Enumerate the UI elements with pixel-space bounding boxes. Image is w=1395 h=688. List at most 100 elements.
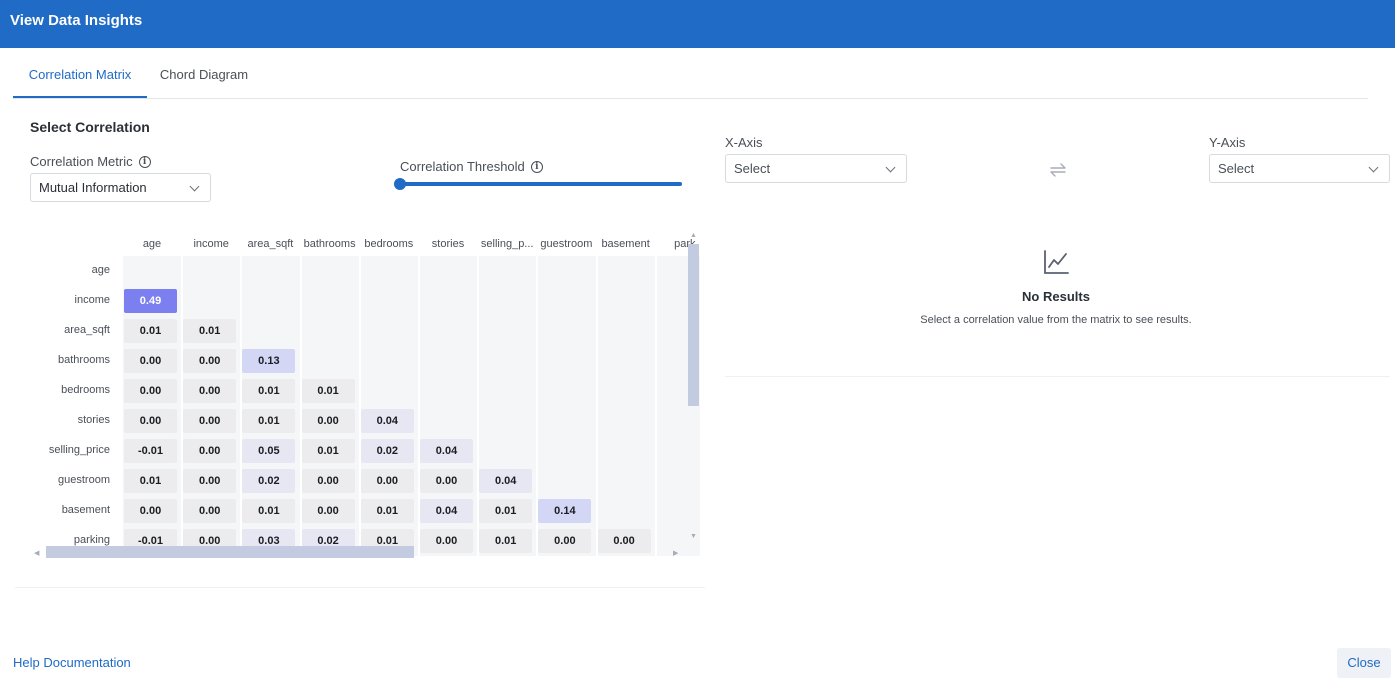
- matrix-cell[interactable]: 0.00: [183, 409, 237, 433]
- matrix-cell[interactable]: 0.01: [242, 379, 296, 403]
- scroll-down-icon[interactable]: ▼: [690, 533, 697, 540]
- matrix-cell[interactable]: 0.00: [124, 409, 177, 433]
- matrix-cell[interactable]: 0.00: [538, 529, 592, 553]
- row-header: income: [74, 294, 110, 306]
- column-separator: [654, 256, 657, 556]
- column-header: bathrooms: [303, 238, 356, 250]
- matrix-cell[interactable]: 0.49: [124, 289, 177, 313]
- matrix-cell[interactable]: 0.04: [420, 439, 473, 463]
- matrix-cell[interactable]: 0.01: [301, 379, 355, 403]
- matrix-cell[interactable]: 0.00: [420, 469, 473, 493]
- matrix-cell[interactable]: 0.00: [124, 349, 177, 373]
- info-icon[interactable]: i: [530, 160, 543, 173]
- y-axis-select-value: Select: [1218, 161, 1255, 176]
- line-chart-icon: [1042, 248, 1070, 281]
- matrix-cell[interactable]: 0.00: [183, 499, 237, 523]
- help-documentation-link[interactable]: Help Documentation: [13, 655, 131, 670]
- column-separator: [595, 256, 598, 556]
- matrix-cell[interactable]: 0.01: [301, 439, 355, 463]
- section-title: Select Correlation: [30, 119, 150, 135]
- column-header: age: [142, 238, 162, 250]
- matrix-cell[interactable]: 0.00: [301, 469, 355, 493]
- matrix-cell[interactable]: 0.01: [360, 499, 414, 523]
- divider: [725, 376, 1390, 377]
- matrix-cell[interactable]: 0.00: [183, 439, 237, 463]
- matrix-cell[interactable]: 0.13: [242, 349, 296, 373]
- scroll-right-icon[interactable]: ▶: [673, 549, 678, 557]
- correlation-matrix: age income area_sqft bathrooms bedrooms stori…: [30, 230, 700, 560]
- chevron-down-icon: [189, 181, 200, 192]
- matrix-cell[interactable]: 0.01: [183, 319, 237, 343]
- row-header: area_sqft: [64, 324, 110, 336]
- metric-select-value: Mutual Information: [39, 180, 147, 195]
- matrix-cell[interactable]: 0.00: [360, 469, 414, 493]
- matrix-cell[interactable]: 0.04: [420, 499, 473, 523]
- metric-select[interactable]: Mutual Information: [30, 173, 211, 202]
- matrix-cell[interactable]: 0.00: [183, 379, 237, 403]
- divider: [15, 587, 705, 588]
- metric-label: Correlation Metric: [30, 154, 133, 169]
- scroll-left-icon[interactable]: ◀: [34, 549, 39, 557]
- threshold-label: Correlation Threshold: [400, 159, 525, 174]
- threshold-label-group: Correlation Threshold i: [400, 159, 543, 174]
- matrix-cell[interactable]: 0.01: [242, 409, 296, 433]
- matrix-cell[interactable]: 0.04: [479, 469, 533, 493]
- matrix-cell[interactable]: 0.01: [479, 529, 533, 553]
- tab-chord-diagram[interactable]: Chord Diagram: [159, 54, 249, 98]
- tab-correlation-matrix[interactable]: Correlation Matrix: [13, 54, 147, 98]
- close-button[interactable]: Close: [1337, 648, 1391, 678]
- matrix-horizontal-scroll-thumb[interactable]: [46, 546, 414, 558]
- info-icon[interactable]: i: [138, 155, 151, 168]
- window-title: View Data Insights: [10, 12, 143, 29]
- column-header: stories: [431, 238, 465, 250]
- metric-label-group: Correlation Metric i: [30, 154, 151, 169]
- tab-bar: Correlation Matrix Chord Diagram: [13, 54, 1368, 99]
- chevron-down-icon: [885, 162, 896, 173]
- matrix-cell[interactable]: 0.00: [597, 529, 651, 553]
- y-axis-select[interactable]: Select: [1209, 154, 1390, 183]
- row-header: guestroom: [58, 474, 110, 486]
- threshold-slider-thumb[interactable]: [394, 178, 406, 190]
- row-header: selling_price: [48, 444, 110, 456]
- matrix-cell[interactable]: 0.01: [124, 469, 177, 493]
- matrix-cell[interactable]: 0.00: [124, 499, 177, 523]
- matrix-cell[interactable]: 0.00: [183, 469, 237, 493]
- title-bar: View Data Insights: [0, 0, 1395, 48]
- row-header: bedrooms: [61, 384, 110, 396]
- matrix-cell[interactable]: 0.05: [242, 439, 296, 463]
- matrix-cell[interactable]: 0.00: [301, 409, 355, 433]
- column-header: basement: [601, 238, 650, 250]
- matrix-cell[interactable]: 0.00: [301, 499, 355, 523]
- scroll-up-icon[interactable]: ▲: [690, 232, 697, 239]
- column-header: bedrooms: [364, 238, 414, 250]
- column-header: guestroom: [540, 238, 593, 250]
- column-header: selling_p...: [480, 238, 534, 250]
- matrix-cell[interactable]: 0.01: [242, 499, 296, 523]
- y-axis-label: Y-Axis: [1209, 135, 1246, 150]
- row-header: age: [91, 264, 110, 276]
- matrix-cell[interactable]: 0.01: [124, 319, 177, 343]
- matrix-cell[interactable]: 0.02: [360, 439, 414, 463]
- row-header: basement: [61, 504, 110, 516]
- row-header: stories: [77, 414, 110, 426]
- x-axis-select[interactable]: Select: [725, 154, 907, 183]
- no-results-title: No Results: [1022, 289, 1090, 304]
- matrix-cell[interactable]: 0.01: [479, 499, 533, 523]
- matrix-cell[interactable]: 0.00: [183, 349, 237, 373]
- threshold-slider-track[interactable]: [400, 182, 682, 186]
- matrix-cell[interactable]: 0.04: [360, 409, 414, 433]
- matrix-vertical-scroll-thumb[interactable]: [688, 244, 699, 406]
- matrix-cell[interactable]: -0.01: [124, 439, 177, 463]
- matrix-cell[interactable]: 0.00: [124, 379, 177, 403]
- x-axis-select-value: Select: [734, 161, 771, 176]
- chevron-down-icon: [1368, 162, 1379, 173]
- swap-axes-icon[interactable]: [1048, 162, 1068, 178]
- row-header: bathrooms: [58, 354, 110, 366]
- no-results-message: Select a correlation value from the matr…: [920, 314, 1192, 326]
- column-header: income: [193, 238, 229, 250]
- matrix-cell[interactable]: 0.00: [420, 529, 473, 553]
- column-header: area_sqft: [247, 238, 294, 250]
- matrix-cell[interactable]: 0.14: [538, 499, 592, 523]
- row-header: parking: [73, 534, 110, 546]
- matrix-cell[interactable]: 0.02: [242, 469, 296, 493]
